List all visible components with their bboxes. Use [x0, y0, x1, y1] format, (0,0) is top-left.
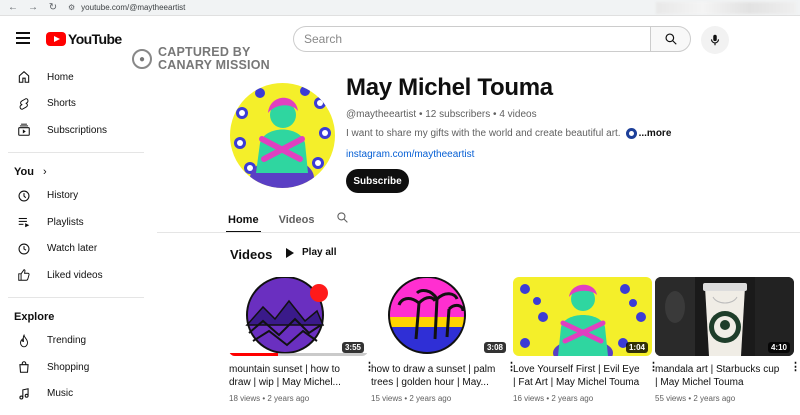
channel-link[interactable]: instagram.com/maytheeartist — [346, 149, 474, 160]
music-icon — [16, 386, 32, 402]
sidebar-item-playlists[interactable]: Playlists — [0, 209, 152, 236]
video-duration: 3:55 — [341, 342, 364, 353]
sidebar-item-shopping[interactable]: Shopping — [0, 354, 152, 381]
watch-progress-fill — [229, 353, 278, 356]
sidebar-explore-heading: Explore — [14, 310, 55, 323]
play-all-button[interactable]: Play all — [286, 247, 336, 258]
trending-icon — [16, 333, 32, 349]
video-card[interactable]: 1:04 Love Yourself First | Evil Eye | Fa… — [513, 277, 659, 403]
video-title[interactable]: mandala art | Starbucks cup | May Michel… — [655, 363, 794, 389]
video-card[interactable]: 3:08 how to draw a sunset | palm trees |… — [371, 277, 517, 403]
more-options-icon[interactable]: ⋮ — [506, 362, 517, 373]
sidebar: Home Shorts Subscriptions You › History … — [0, 64, 152, 407]
menu-icon[interactable] — [16, 32, 30, 44]
video-thumbnail[interactable]: 3:55 — [229, 277, 368, 356]
play-icon — [286, 247, 294, 258]
video-meta: 16 views • 2 years ago — [513, 394, 594, 403]
url-text: youtube.com/@maytheeartist — [81, 3, 186, 12]
voice-search-button[interactable] — [701, 26, 729, 54]
sidebar-item-history[interactable]: History — [0, 183, 152, 210]
watch-progress-bar — [229, 353, 368, 356]
video-meta: 55 views • 2 years ago — [655, 394, 736, 403]
subscriptions-icon — [16, 122, 32, 138]
tab-videos[interactable]: Videos — [279, 208, 315, 232]
address-bar[interactable]: ⚙ youtube.com/@maytheeartist — [68, 2, 648, 14]
sidebar-item-watch-later[interactable]: Watch later — [0, 236, 152, 263]
video-thumbnail[interactable]: 3:08 — [371, 277, 510, 356]
youtube-play-icon — [46, 32, 66, 46]
sidebar-item-home[interactable]: Home — [0, 64, 152, 91]
browser-extensions — [656, 2, 796, 14]
description-more-link[interactable]: ...more — [639, 128, 672, 139]
browser-toolbar: ← → ↻ ⚙ youtube.com/@maytheeartist — [0, 0, 800, 16]
sidebar-item-shorts[interactable]: Shorts — [0, 91, 152, 118]
search-icon — [664, 33, 677, 45]
video-title[interactable]: how to draw a sunset | palm trees | gold… — [371, 363, 510, 389]
chevron-right-icon: › — [42, 165, 47, 178]
shorts-icon — [16, 96, 32, 112]
back-icon[interactable]: ← — [6, 1, 20, 15]
youtube-logo[interactable]: YouTube — [46, 31, 122, 47]
video-title[interactable]: mountain sunset | how to draw | wip | Ma… — [229, 363, 368, 389]
tabs-divider — [157, 232, 800, 233]
channel-description[interactable]: I want to share my gifts with the world … — [346, 128, 671, 139]
sidebar-item-liked-videos[interactable]: Liked videos — [0, 262, 152, 289]
sidebar-you-heading[interactable]: You › — [0, 161, 152, 183]
video-duration: 4:10 — [767, 342, 790, 353]
more-options-icon[interactable]: ⋮ — [364, 362, 375, 373]
video-card[interactable]: 3:55 mountain sunset | how to draw | wip… — [229, 277, 375, 403]
sidebar-item-trending[interactable]: Trending — [0, 328, 152, 355]
video-duration: 1:04 — [625, 342, 648, 353]
forward-icon[interactable]: → — [26, 1, 40, 15]
more-options-icon[interactable]: ⋮ — [790, 362, 800, 373]
channel-meta: @maytheeartist • 12 subscribers • 4 vide… — [346, 109, 537, 120]
home-icon — [16, 69, 32, 85]
microphone-icon — [710, 34, 720, 46]
reload-icon[interactable]: ↻ — [46, 1, 60, 15]
sidebar-item-subscriptions[interactable]: Subscriptions — [0, 117, 152, 144]
sidebar-divider — [8, 151, 144, 153]
channel-tabs: Home Videos — [226, 208, 349, 233]
video-duration: 3:08 — [483, 342, 506, 353]
playlists-icon — [16, 214, 32, 230]
evil-eye-icon — [625, 128, 637, 139]
video-card[interactable]: 4:10 mandala art | Starbucks cup | May M… — [655, 277, 800, 403]
video-thumbnail[interactable]: 1:04 — [513, 277, 652, 356]
video-thumbnail[interactable]: 4:10 — [655, 277, 794, 356]
channel-search-icon[interactable] — [336, 211, 349, 229]
video-title[interactable]: Love Yourself First | Evil Eye | Fat Art… — [513, 363, 652, 389]
watch-later-icon — [16, 241, 32, 257]
section-title[interactable]: Videos — [230, 247, 272, 262]
avatar-art — [230, 83, 335, 188]
search-input[interactable]: Search — [293, 26, 650, 52]
shopping-icon — [16, 359, 32, 375]
sidebar-divider — [8, 296, 144, 298]
subscribe-button[interactable]: Subscribe — [346, 169, 409, 193]
liked-videos-icon — [16, 267, 32, 283]
channel-name: May Michel Touma — [346, 74, 553, 101]
watermark: ● CAPTURED BY CANARY MISSION — [132, 46, 270, 72]
video-meta: 18 views • 2 years ago — [229, 394, 310, 403]
sidebar-item-music[interactable]: Music — [0, 381, 152, 408]
search-bar: Search — [293, 26, 691, 52]
tab-home[interactable]: Home — [226, 208, 261, 233]
channel-avatar[interactable] — [230, 83, 335, 188]
history-icon — [16, 188, 32, 204]
search-button[interactable] — [650, 26, 691, 52]
video-meta: 15 views • 2 years ago — [371, 394, 452, 403]
site-info-icon[interactable]: ⚙ — [68, 3, 75, 12]
more-options-icon[interactable]: ⋮ — [648, 362, 659, 373]
